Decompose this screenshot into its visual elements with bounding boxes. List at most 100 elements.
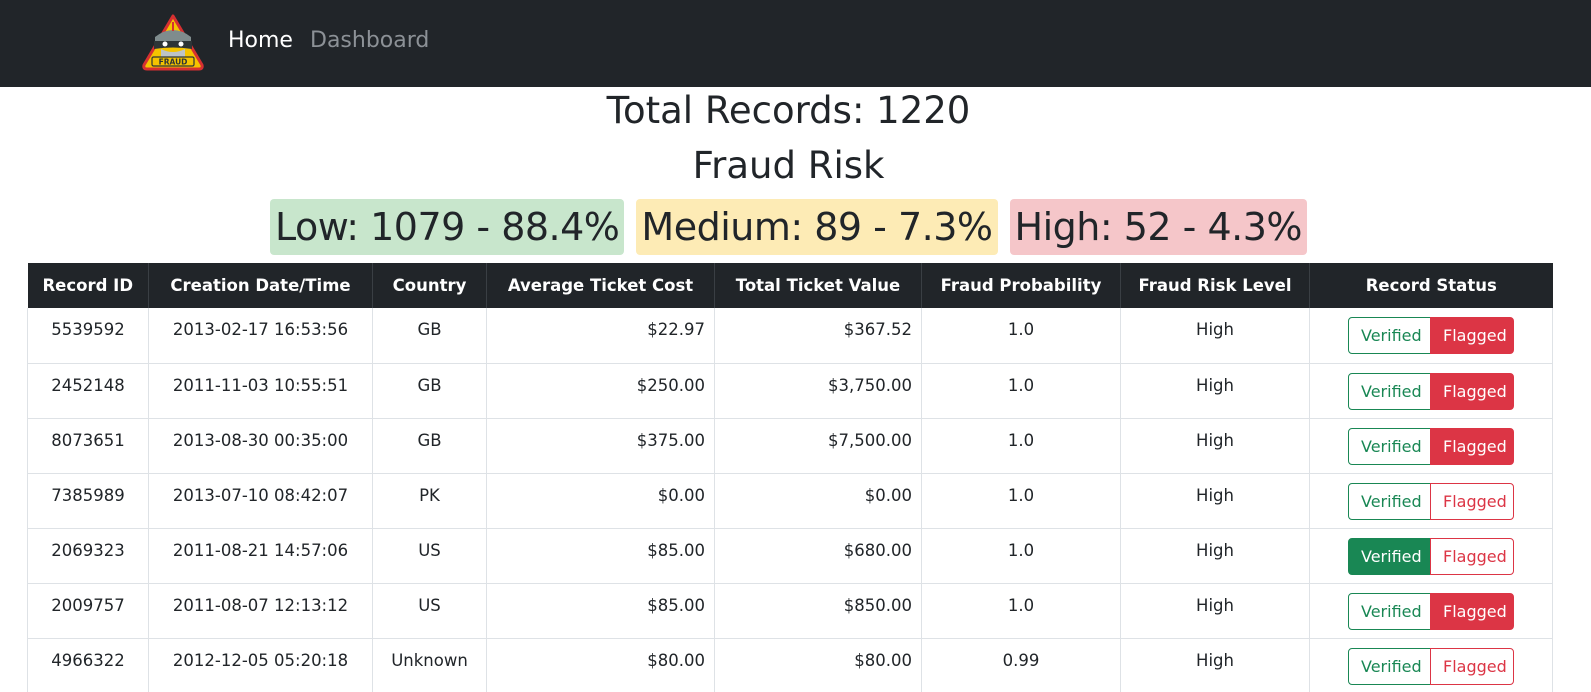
cell-record-id: 5539592 bbox=[27, 308, 149, 364]
cell-country: PK bbox=[372, 473, 487, 529]
header-total-ticket-value[interactable]: Total Ticket Value bbox=[714, 263, 922, 308]
verified-button[interactable]: Verified bbox=[1348, 647, 1431, 685]
cell-creation-date: 2013-08-30 00:35:00 bbox=[148, 418, 373, 474]
cell-creation-date: 2011-08-07 12:13:12 bbox=[148, 583, 373, 639]
cell-record-id: 4966322 bbox=[27, 638, 149, 692]
header-record-status[interactable]: Record Status bbox=[1309, 263, 1553, 308]
status-button-group: Verified Flagged bbox=[1348, 537, 1514, 575]
cell-record-status: Verified Flagged bbox=[1309, 638, 1553, 692]
cell-record-id: 8073651 bbox=[27, 418, 149, 474]
header-fraud-probability[interactable]: Fraud Probability bbox=[921, 263, 1121, 308]
risk-badges: Low: 1079 - 88.4% Medium: 89 - 7.3% High… bbox=[0, 199, 1577, 255]
cell-fraud-risk-level: High bbox=[1120, 638, 1310, 692]
cell-total-ticket-value: $80.00 bbox=[714, 638, 922, 692]
cell-fraud-risk-level: High bbox=[1120, 583, 1310, 639]
table-header-row: Record ID Creation Date/Time Country Ave… bbox=[27, 263, 1553, 308]
verified-button[interactable]: Verified bbox=[1348, 592, 1431, 630]
verified-button[interactable]: Verified bbox=[1348, 537, 1431, 575]
status-button-group: Verified Flagged bbox=[1348, 647, 1514, 685]
cell-record-id: 2452148 bbox=[27, 363, 149, 419]
cell-record-id: 2009757 bbox=[27, 583, 149, 639]
cell-total-ticket-value: $850.00 bbox=[714, 583, 922, 639]
cell-country: US bbox=[372, 528, 487, 584]
cell-total-ticket-value: $3,750.00 bbox=[714, 363, 922, 419]
cell-country: GB bbox=[372, 418, 487, 474]
cell-average-ticket-cost: $85.00 bbox=[486, 583, 715, 639]
flagged-button[interactable]: Flagged bbox=[1430, 537, 1514, 575]
flagged-button[interactable]: Flagged bbox=[1430, 372, 1514, 410]
cell-record-status: Verified Flagged bbox=[1309, 363, 1553, 419]
table-row: 2452148 2011-11-03 10:55:51 GB $250.00 $… bbox=[27, 363, 1553, 419]
cell-fraud-probability: 1.0 bbox=[921, 528, 1121, 584]
cell-record-id: 7385989 bbox=[27, 473, 149, 529]
cell-fraud-probability: 1.0 bbox=[921, 583, 1121, 639]
cell-total-ticket-value: $7,500.00 bbox=[714, 418, 922, 474]
cell-fraud-risk-level: High bbox=[1120, 528, 1310, 584]
header-average-ticket-cost[interactable]: Average Ticket Cost bbox=[486, 263, 715, 308]
flagged-button[interactable]: Flagged bbox=[1430, 647, 1514, 685]
flagged-button[interactable]: Flagged bbox=[1430, 592, 1514, 630]
cell-total-ticket-value: $367.52 bbox=[714, 308, 922, 364]
table-row: 2069323 2011-08-21 14:57:06 US $85.00 $6… bbox=[27, 528, 1553, 584]
cell-fraud-probability: 1.0 bbox=[921, 473, 1121, 529]
cell-record-status: Verified Flagged bbox=[1309, 528, 1553, 584]
flagged-button[interactable]: Flagged bbox=[1430, 482, 1514, 520]
flagged-button[interactable]: Flagged bbox=[1430, 427, 1514, 465]
flagged-button[interactable]: Flagged bbox=[1430, 317, 1514, 354]
cell-total-ticket-value: $0.00 bbox=[714, 473, 922, 529]
cell-creation-date: 2011-11-03 10:55:51 bbox=[148, 363, 373, 419]
cell-average-ticket-cost: $0.00 bbox=[486, 473, 715, 529]
cell-fraud-probability: 1.0 bbox=[921, 308, 1121, 364]
cell-average-ticket-cost: $250.00 bbox=[486, 363, 715, 419]
header-country[interactable]: Country bbox=[372, 263, 487, 308]
low-risk-badge: Low: 1079 - 88.4% bbox=[269, 199, 625, 255]
cell-country: GB bbox=[372, 308, 487, 364]
table-row: 7385989 2013-07-10 08:42:07 PK $0.00 $0.… bbox=[27, 473, 1553, 529]
records-table: Record ID Creation Date/Time Country Ave… bbox=[27, 263, 1553, 692]
cell-average-ticket-cost: $22.97 bbox=[486, 308, 715, 364]
table-row: 4966322 2012-12-05 05:20:18 Unknown $80.… bbox=[27, 638, 1553, 692]
status-button-group: Verified Flagged bbox=[1348, 482, 1514, 520]
cell-total-ticket-value: $680.00 bbox=[714, 528, 922, 584]
cell-fraud-risk-level: High bbox=[1120, 363, 1310, 419]
verified-button[interactable]: Verified bbox=[1348, 372, 1431, 410]
header-fraud-risk-level[interactable]: Fraud Risk Level bbox=[1120, 263, 1310, 308]
fraud-logo-icon[interactable]: FRAUD bbox=[141, 13, 205, 71]
cell-record-status: Verified Flagged bbox=[1309, 418, 1553, 474]
cell-creation-date: 2013-07-10 08:42:07 bbox=[148, 473, 373, 529]
status-button-group: Verified Flagged bbox=[1348, 372, 1514, 410]
verified-button[interactable]: Verified bbox=[1348, 482, 1431, 520]
nav-dashboard-link[interactable]: Dashboard bbox=[310, 26, 429, 56]
cell-record-status: Verified Flagged bbox=[1309, 473, 1553, 529]
verified-button[interactable]: Verified bbox=[1348, 427, 1431, 465]
cell-fraud-probability: 1.0 bbox=[921, 363, 1121, 419]
cell-average-ticket-cost: $80.00 bbox=[486, 638, 715, 692]
total-records-heading: Total Records: 1220 bbox=[606, 89, 971, 132]
cell-country: Unknown bbox=[372, 638, 487, 692]
table-row: 8073651 2013-08-30 00:35:00 GB $375.00 $… bbox=[27, 418, 1553, 474]
header-record-id[interactable]: Record ID bbox=[27, 263, 149, 308]
medium-risk-badge: Medium: 89 - 7.3% bbox=[636, 199, 998, 255]
cell-creation-date: 2013-02-17 16:53:56 bbox=[148, 308, 373, 364]
cell-creation-date: 2012-12-05 05:20:18 bbox=[148, 638, 373, 692]
fraud-risk-heading: Fraud Risk bbox=[692, 144, 885, 187]
table-row: 5539592 2013-02-17 16:53:56 GB $22.97 $3… bbox=[27, 308, 1553, 364]
high-risk-badge: High: 52 - 4.3% bbox=[1009, 199, 1307, 255]
cell-fraud-risk-level: High bbox=[1120, 418, 1310, 474]
cell-record-id: 2069323 bbox=[27, 528, 149, 584]
logo-text: FRAUD bbox=[159, 58, 188, 67]
status-button-group: Verified Flagged bbox=[1348, 592, 1514, 630]
cell-fraud-risk-level: High bbox=[1120, 473, 1310, 529]
cell-fraud-probability: 0.99 bbox=[921, 638, 1121, 692]
verified-button[interactable]: Verified bbox=[1348, 317, 1431, 354]
cell-country: GB bbox=[372, 363, 487, 419]
cell-fraud-probability: 1.0 bbox=[921, 418, 1121, 474]
cell-creation-date: 2011-08-21 14:57:06 bbox=[148, 528, 373, 584]
cell-record-status: Verified Flagged bbox=[1309, 583, 1553, 639]
header-creation-date[interactable]: Creation Date/Time bbox=[148, 263, 373, 308]
cell-fraud-risk-level: High bbox=[1120, 308, 1310, 364]
navbar: FRAUD Home Dashboard bbox=[0, 0, 1591, 87]
nav-home-link[interactable]: Home bbox=[228, 26, 293, 56]
table-row: 2009757 2011-08-07 12:13:12 US $85.00 $8… bbox=[27, 583, 1553, 639]
cell-country: US bbox=[372, 583, 487, 639]
